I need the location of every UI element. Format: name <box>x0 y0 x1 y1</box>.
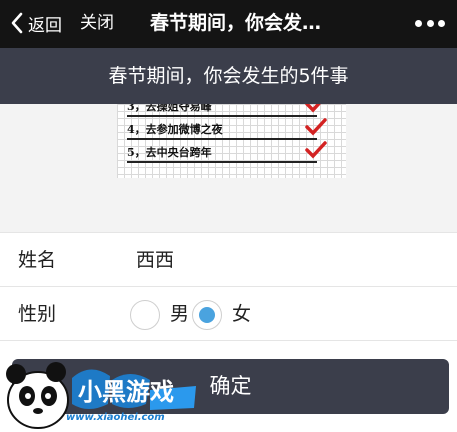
red-check-icon <box>305 141 327 159</box>
dot <box>415 19 422 27</box>
gender-option-female-label[interactable]: 女 <box>232 287 251 341</box>
notebook-image: 3，去操姐夺易峰 4，去参加微博之夜 5，去中央台跨年 <box>117 104 346 178</box>
list-item-text: 4，去参加微博之夜 <box>127 123 223 136</box>
more-dots-icon[interactable] <box>415 14 445 32</box>
gender-radio-female[interactable] <box>192 300 222 330</box>
list-item: 5，去中央台跨年 <box>127 141 327 163</box>
list-item: 3，去操姐夺易峰 <box>127 104 321 117</box>
red-check-icon <box>305 118 327 136</box>
name-row: 姓名 西西 <box>0 232 457 286</box>
dot <box>438 19 445 27</box>
dot <box>426 19 434 27</box>
gender-label: 性别 <box>18 303 57 325</box>
page-title: 春节期间，你会发… <box>150 12 322 34</box>
gender-option-male-label[interactable]: 男 <box>170 287 189 341</box>
list-item-text: 5，去中央台跨年 <box>127 146 212 159</box>
red-check-icon <box>305 104 321 113</box>
list-item: 4，去参加微博之夜 <box>127 118 327 140</box>
chevron-left-icon <box>11 12 23 34</box>
back-button[interactable]: 返回 <box>10 9 62 37</box>
top-navigation-bar: 返回 关闭 春节期间，你会发… <box>0 0 457 48</box>
divider <box>0 340 457 341</box>
gender-row: 性别 男 女 <box>0 286 457 340</box>
gender-radio-male[interactable] <box>130 300 160 330</box>
list-item-text: 3，去操姐夺易峰 <box>127 104 212 113</box>
close-button[interactable]: 关闭 <box>80 9 114 37</box>
name-field[interactable]: 西西 <box>136 233 174 287</box>
confirm-button[interactable]: 确定 <box>12 359 449 414</box>
banner-title: 春节期间，你会发生的5件事 <box>0 48 457 104</box>
back-label: 返回 <box>28 15 62 36</box>
preview-image-area: 3，去操姐夺易峰 4，去参加微博之夜 5，去中央台跨年 <box>0 104 457 232</box>
name-label: 姓名 <box>18 249 57 271</box>
